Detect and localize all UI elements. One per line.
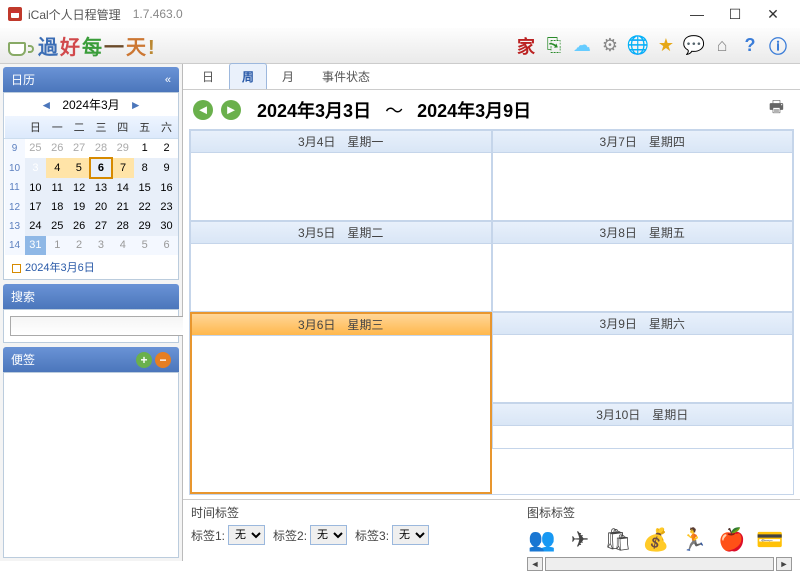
titlebar: iCal个人日程管理 1.7.463.0 — ☐ ✕	[0, 0, 800, 28]
prev-week-button[interactable]: ◄	[193, 100, 213, 120]
icon-tag-label: 图标标签	[527, 504, 792, 521]
main-toolbar: 過好每一天! 家 ⎘ ☁ ⚙ 🌐 ★ 💬 ⌂ ? ⓘ	[0, 28, 800, 64]
minimize-button[interactable]: —	[678, 2, 716, 26]
notes-area[interactable]	[3, 372, 179, 558]
settings-icon[interactable]: ⚙	[598, 34, 622, 58]
sidebar: 日历 « ◄ 2024年3月 ► 日一二三四五六 9252627282912 1…	[0, 64, 183, 561]
calendar-label: 日历	[11, 71, 35, 88]
travel-icon[interactable]: ✈	[565, 525, 595, 555]
tab-week[interactable]: 周	[229, 63, 267, 89]
info-icon[interactable]: ⓘ	[766, 34, 790, 58]
globe-icon[interactable]: 🌐	[626, 34, 650, 58]
tag2-select[interactable]: 无	[310, 525, 347, 545]
calendar-panel-header[interactable]: 日历 «	[3, 67, 179, 92]
app-icon	[8, 7, 22, 21]
view-tabs: 日 周 月 事件状态	[183, 64, 800, 90]
export-icon[interactable]: ⎘	[542, 34, 566, 58]
icon-strip: 👥 ✈ 🛍 💰 🏃 🍎 💳	[527, 525, 792, 555]
main-content: 日 周 月 事件状态 ◄ ► 2024年3月3日～2024年3月9日 🖶 3月4…	[183, 64, 800, 561]
day-cell-sat[interactable]: 3月9日 星期六	[492, 312, 794, 403]
month-label[interactable]: 2024年3月	[62, 96, 119, 113]
maximize-button[interactable]: ☐	[716, 2, 754, 26]
tag1-select[interactable]: 无	[228, 525, 265, 545]
tag1-label: 标签1:	[191, 527, 225, 544]
tab-month[interactable]: 月	[269, 63, 307, 89]
cup-icon	[8, 36, 32, 56]
money-icon[interactable]: 💰	[641, 525, 671, 555]
help-icon[interactable]: ?	[738, 34, 762, 58]
icon-scrollbar[interactable]: ◄ ►	[527, 557, 792, 571]
footer-bar: 时间标签 标签1:无 标签2:无 标签3:无 图标标签 👥 ✈ 🛍 💰 🏃 🍎 …	[183, 499, 800, 561]
print-icon[interactable]: 🖶	[769, 96, 790, 123]
scroll-left-button[interactable]: ◄	[527, 557, 543, 571]
today-link[interactable]: 2024年3月6日	[4, 255, 178, 279]
search-label: 搜索	[11, 288, 35, 305]
day-cell-sun[interactable]: 3月10日 星期日	[492, 403, 794, 449]
shopping-icon[interactable]: 🛍	[603, 525, 633, 555]
card-icon[interactable]: 💳	[755, 525, 785, 555]
weather-icon[interactable]: ☁	[570, 34, 594, 58]
tab-events[interactable]: 事件状态	[309, 63, 383, 89]
scroll-right-button[interactable]: ►	[776, 557, 792, 571]
version-text: 1.7.463.0	[133, 7, 183, 21]
window-title: iCal个人日程管理	[28, 6, 121, 23]
house-icon[interactable]: ⌂	[710, 34, 734, 58]
remove-note-button[interactable]: −	[155, 352, 171, 368]
fitness-icon[interactable]: 🏃	[679, 525, 709, 555]
day-cell-wed[interactable]: 3月6日 星期三	[190, 312, 492, 494]
tag2-label: 标签2:	[273, 527, 307, 544]
food-icon[interactable]: 🍎	[717, 525, 747, 555]
prev-month-button[interactable]: ◄	[36, 98, 56, 112]
contacts-icon[interactable]: 👥	[527, 525, 557, 555]
time-tag-label: 时间标签	[191, 504, 507, 521]
chat-icon[interactable]: 💬	[682, 34, 706, 58]
close-button[interactable]: ✕	[754, 2, 792, 26]
day-cell-tue[interactable]: 3月5日 星期二	[190, 221, 492, 312]
collapse-icon[interactable]: «	[165, 74, 171, 86]
home-cn-icon[interactable]: 家	[514, 34, 538, 58]
search-input[interactable]	[10, 316, 197, 336]
tab-day[interactable]: 日	[189, 63, 227, 89]
notes-panel-header[interactable]: 便签 + −	[3, 347, 179, 372]
tag3-select[interactable]: 无	[392, 525, 429, 545]
tag3-label: 标签3:	[355, 527, 389, 544]
week-grid: 3月4日 星期一 3月7日 星期四 3月5日 星期二 3月8日 星期五 3月6日…	[189, 129, 794, 495]
next-week-button[interactable]: ►	[221, 100, 241, 120]
mini-calendar[interactable]: 日一二三四五六 9252627282912 103456789 11101112…	[4, 116, 178, 255]
day-cell-fri[interactable]: 3月8日 星期五	[492, 221, 794, 312]
star-icon[interactable]: ★	[654, 34, 678, 58]
add-note-button[interactable]: +	[136, 352, 152, 368]
day-cell-mon[interactable]: 3月4日 星期一	[190, 130, 492, 221]
next-month-button[interactable]: ►	[126, 98, 146, 112]
slogan-text: 過好每一天!	[38, 31, 157, 60]
day-cell-thu[interactable]: 3月7日 星期四	[492, 130, 794, 221]
date-range-title: 2024年3月3日～2024年3月9日	[257, 97, 531, 123]
notes-label: 便签	[11, 351, 35, 368]
search-panel-header[interactable]: 搜索	[3, 284, 179, 309]
